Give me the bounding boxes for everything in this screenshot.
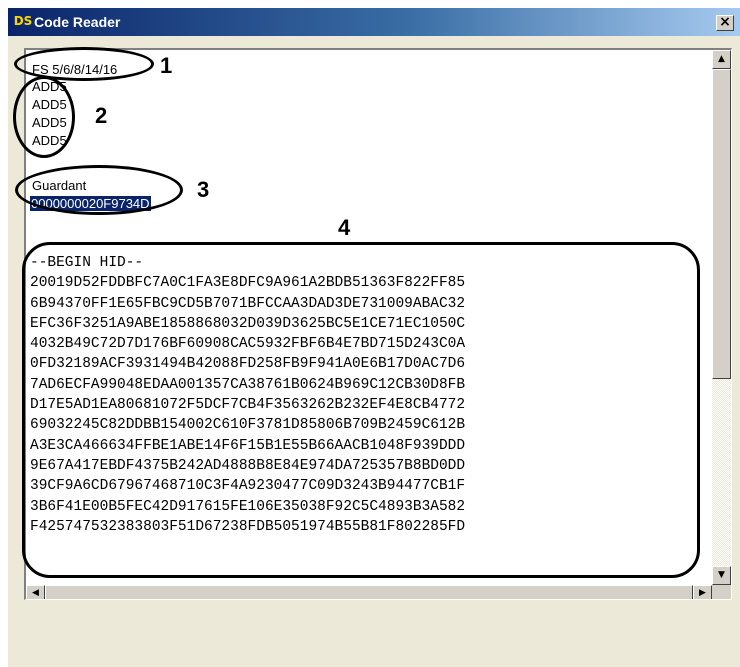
title-bar[interactable]: DS Code Reader × bbox=[8, 8, 740, 36]
scroll-up-button[interactable]: ▲ bbox=[712, 50, 731, 69]
close-button[interactable]: × bbox=[716, 15, 734, 31]
callout-number-2: 2 bbox=[95, 103, 108, 128]
app-logo-icon: DS bbox=[13, 14, 33, 28]
scrollbar-corner bbox=[712, 585, 731, 599]
horizontal-scrollbar[interactable]: ◀ ▶ bbox=[26, 585, 712, 599]
callout-rect-4 bbox=[22, 242, 700, 578]
callout-number-4: 4 bbox=[338, 215, 351, 240]
arrow-up-icon: ▲ bbox=[718, 54, 725, 64]
scroll-down-button[interactable]: ▼ bbox=[712, 566, 731, 585]
vertical-scrollbar[interactable]: ▲ ▼ bbox=[712, 50, 731, 585]
arrow-right-icon: ▶ bbox=[699, 588, 706, 598]
callout-number-1: 1 bbox=[160, 53, 173, 78]
arrow-left-icon: ◀ bbox=[32, 588, 39, 598]
vertical-scroll-thumb[interactable] bbox=[712, 69, 731, 379]
scroll-right-button[interactable]: ▶ bbox=[693, 585, 712, 599]
scroll-left-button[interactable]: ◀ bbox=[26, 585, 45, 599]
callout-ellipse-2 bbox=[13, 76, 75, 158]
callout-number-3: 3 bbox=[197, 177, 210, 202]
window-title: Code Reader bbox=[34, 14, 121, 30]
close-icon: × bbox=[719, 14, 731, 30]
callout-ellipse-1 bbox=[14, 47, 154, 81]
callout-ellipse-3 bbox=[15, 165, 183, 215]
horizontal-scroll-thumb[interactable] bbox=[45, 585, 693, 599]
arrow-down-icon: ▼ bbox=[718, 570, 725, 580]
